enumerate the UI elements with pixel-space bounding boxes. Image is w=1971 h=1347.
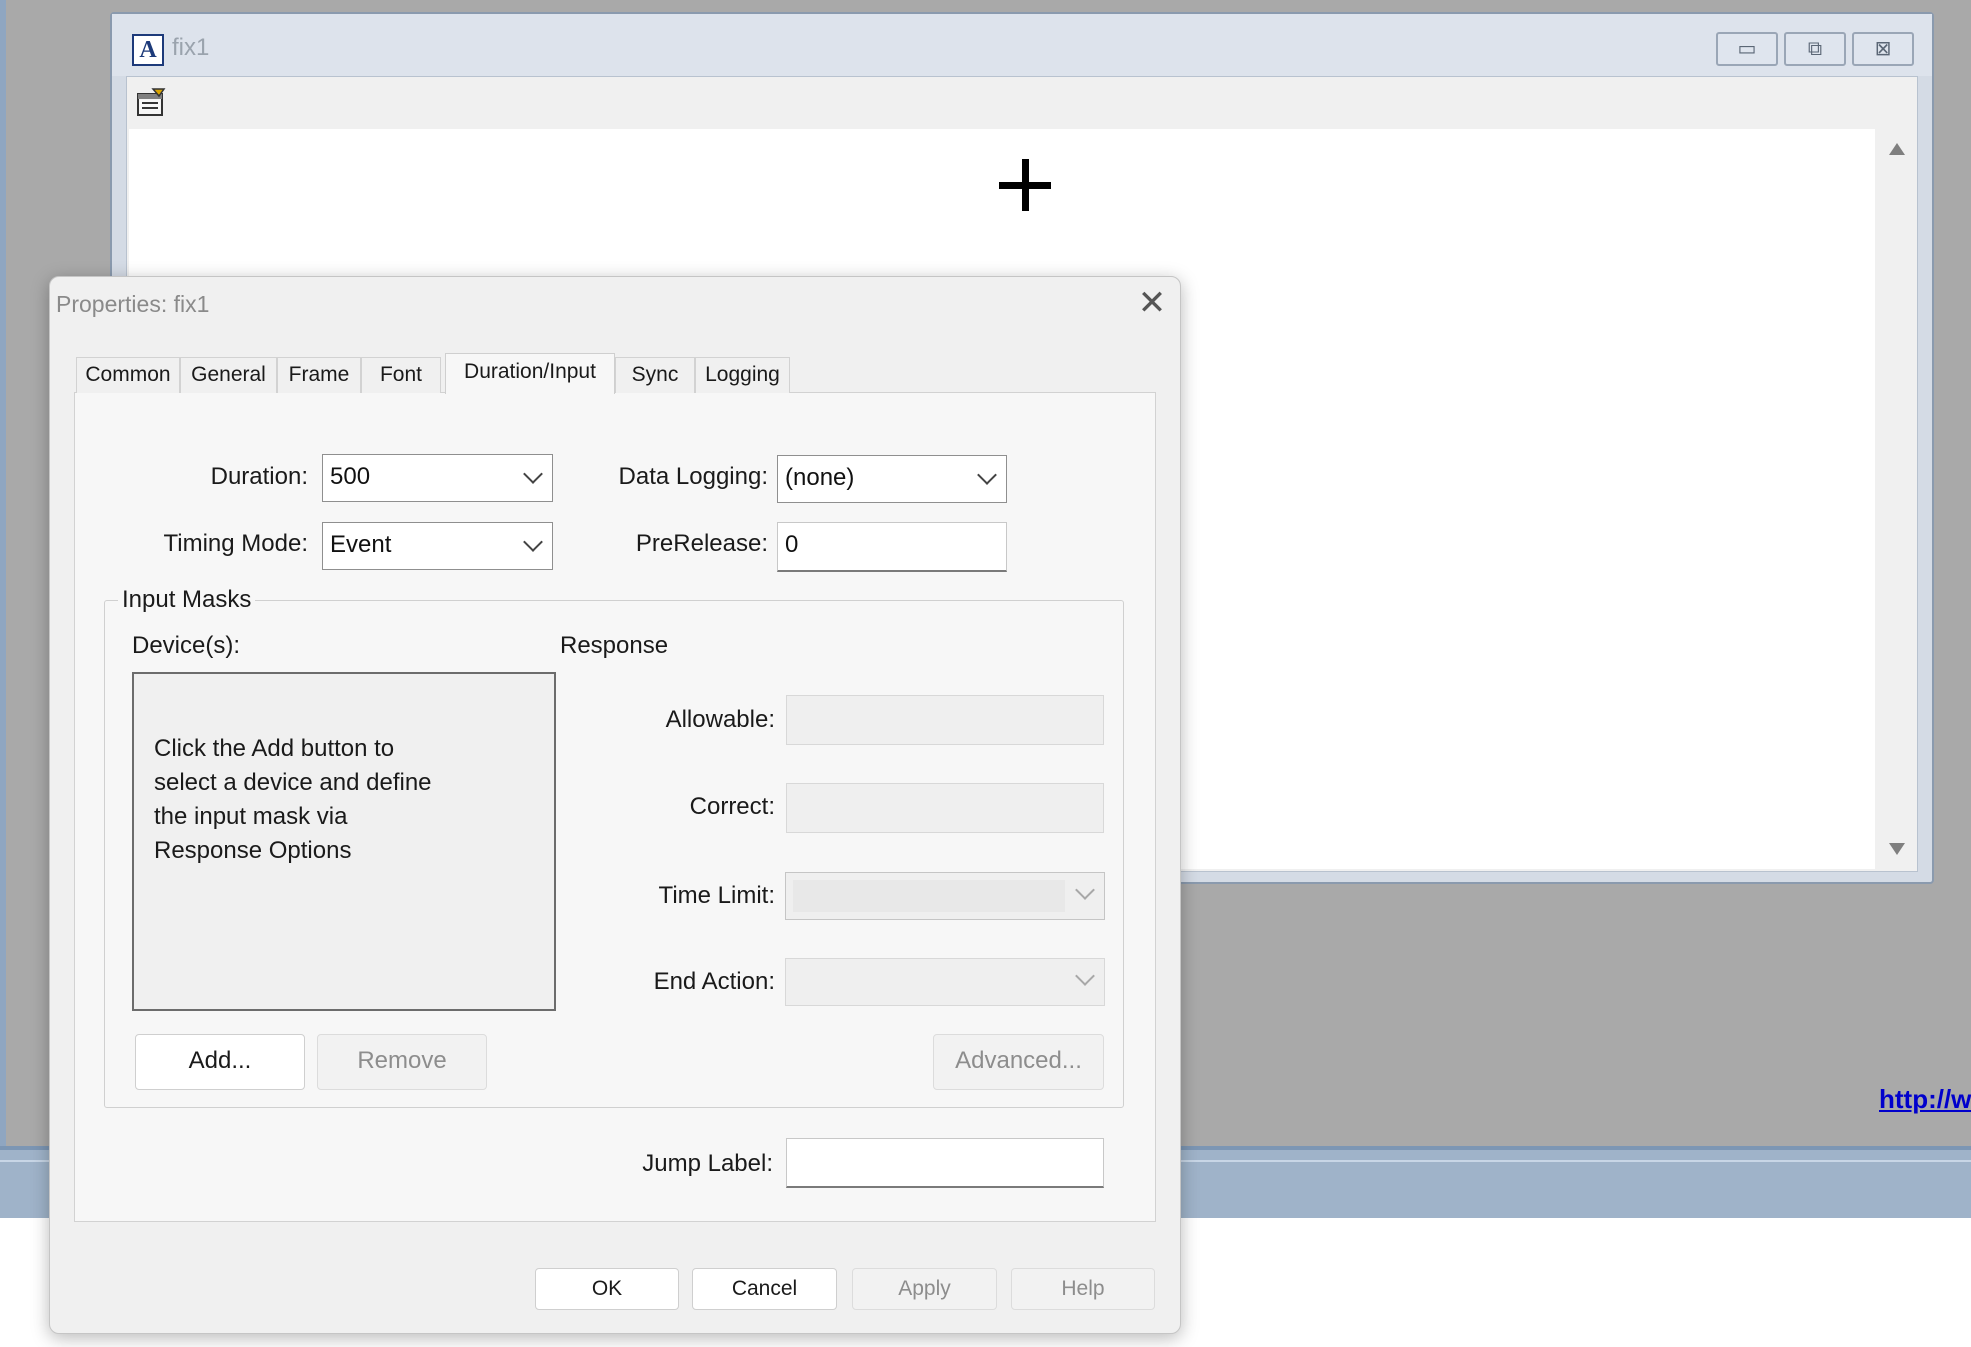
devices-label: Device(s): <box>132 632 241 659</box>
scroll-up-icon[interactable] <box>1889 143 1905 155</box>
cancel-button[interactable]: Cancel <box>692 1268 837 1310</box>
advanced-button[interactable]: Advanced... <box>933 1034 1104 1090</box>
tab-duration-input[interactable]: Duration/Input <box>445 353 615 394</box>
background-link[interactable]: http://w <box>1879 1084 1971 1115</box>
restore-button[interactable]: ⧉ <box>1784 32 1846 66</box>
devices-list[interactable]: Click the Add button to select a device … <box>132 672 556 1011</box>
input-masks-legend: Input Masks <box>118 586 256 614</box>
dialog-title: Properties: fix1 <box>56 291 210 317</box>
chevron-down-icon <box>523 532 543 552</box>
time-limit-combo <box>785 872 1105 920</box>
response-label: Response <box>560 632 669 659</box>
chevron-down-icon <box>1075 966 1095 986</box>
duration-combo[interactable]: 500 <box>322 454 553 502</box>
app-icon: A <box>132 34 164 66</box>
tab-logging[interactable]: Logging <box>695 357 790 393</box>
background-frame-edge <box>0 0 6 1146</box>
timing-mode-value: Event <box>330 531 392 558</box>
prerelease-input[interactable]: 0 <box>777 522 1007 572</box>
duration-value: 500 <box>330 463 371 490</box>
timing-mode-label: Timing Mode: <box>163 530 309 557</box>
chevron-down-icon <box>1075 880 1095 900</box>
dialog-close-icon[interactable]: ✕ <box>1134 285 1170 321</box>
properties-icon[interactable] <box>135 87 167 117</box>
duration-label: Duration: <box>210 463 308 490</box>
time-limit-field <box>793 880 1065 912</box>
apply-button[interactable]: Apply <box>852 1268 997 1310</box>
end-action-label: End Action: <box>653 968 775 995</box>
remove-device-button[interactable]: Remove <box>317 1034 487 1090</box>
tab-sync[interactable]: Sync <box>615 357 695 393</box>
minimize-button[interactable]: ▭ <box>1716 32 1778 66</box>
scroll-down-icon[interactable] <box>1889 843 1905 855</box>
vertical-scrollbar[interactable] <box>1877 129 1917 869</box>
chevron-down-icon <box>977 465 997 485</box>
window-close-button[interactable]: ⊠ <box>1852 32 1914 66</box>
prerelease-label: PreRelease: <box>635 530 768 557</box>
tab-font[interactable]: Font <box>361 357 441 393</box>
fixation-cross[interactable] <box>999 159 1051 211</box>
tab-frame[interactable]: Frame <box>277 357 361 393</box>
chevron-down-icon <box>523 464 543 484</box>
time-limit-label: Time Limit: <box>658 882 775 909</box>
window-titlebar: A fix1 ▭ ⧉ ⊠ <box>112 14 1932 76</box>
jump-label-label: Jump Label: <box>642 1150 773 1177</box>
allowable-label: Allowable: <box>665 706 775 733</box>
allowable-input <box>786 695 1104 745</box>
data-logging-value: (none) <box>785 464 855 491</box>
tab-common[interactable]: Common <box>76 357 180 393</box>
window-title: fix1 <box>172 34 210 61</box>
help-button[interactable]: Help <box>1011 1268 1155 1310</box>
devices-hint: Click the Add button to select a device … <box>154 735 432 864</box>
timing-mode-combo[interactable]: Event <box>322 522 553 570</box>
ok-button[interactable]: OK <box>535 1268 679 1310</box>
data-logging-combo[interactable]: (none) <box>777 455 1007 503</box>
add-device-button[interactable]: Add... <box>135 1034 305 1090</box>
data-logging-label: Data Logging: <box>618 463 768 490</box>
tab-general[interactable]: General <box>180 357 277 393</box>
correct-input <box>786 783 1104 833</box>
jump-label-input[interactable] <box>786 1138 1104 1188</box>
end-action-combo <box>785 958 1105 1006</box>
correct-label: Correct: <box>689 793 775 820</box>
